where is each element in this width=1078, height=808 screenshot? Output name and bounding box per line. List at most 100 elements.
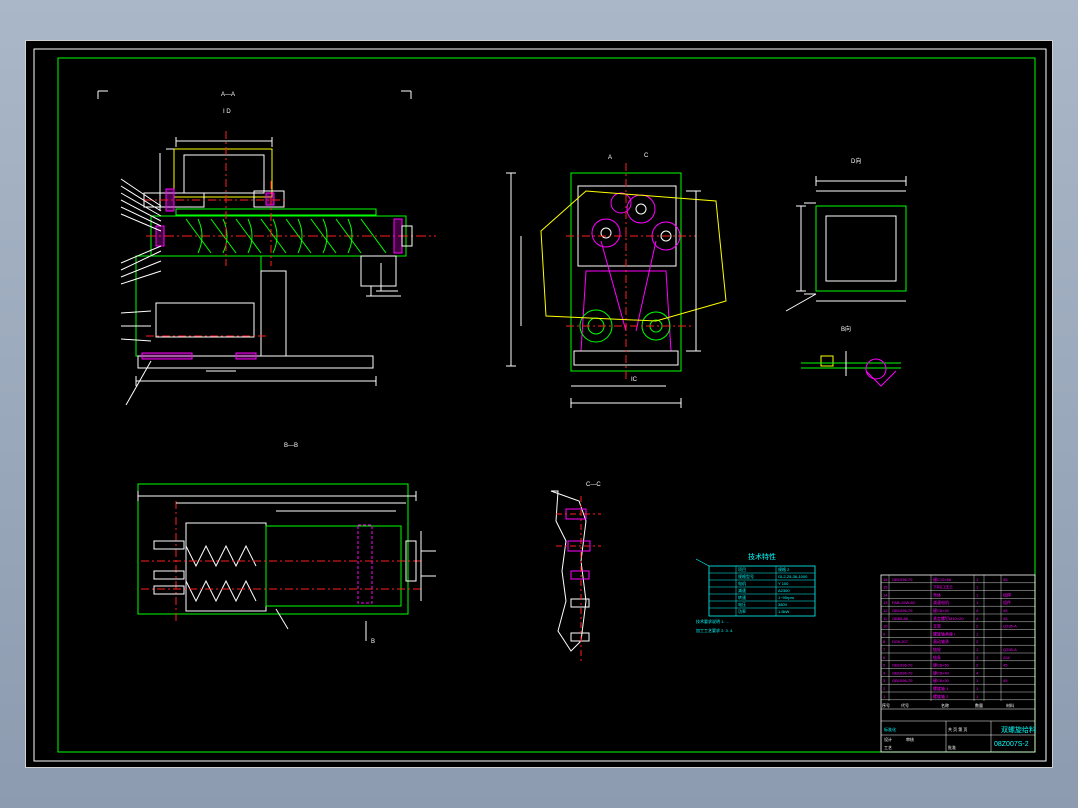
bom-cell: 45 (1003, 608, 1008, 613)
bom-cell: 1 (976, 647, 979, 652)
svg-text:电机: 电机 (738, 580, 746, 586)
bom-cell: 1 (976, 631, 979, 636)
svg-text:A2300: A2300 (778, 588, 790, 593)
bom-cell: 螺旋轴承座 I (933, 630, 955, 636)
bom-cell: 15 (883, 585, 888, 590)
svg-text:设计: 设计 (884, 736, 892, 742)
bom-cell: 2 (976, 663, 979, 668)
bom-cell: 13 (883, 600, 888, 605)
bom-cell: 键C8×50 (933, 662, 950, 668)
bom-cell: 45 (1003, 577, 1008, 582)
bom-cell: 2 (976, 639, 979, 644)
view-b-label: B向 (841, 325, 851, 333)
bom-cell: 20# (1003, 655, 1010, 660)
bom-cell: 键C6×30 (933, 677, 950, 683)
bom-cell: 7 (883, 647, 886, 652)
bom-cell: 3 (883, 678, 886, 683)
view-d-label: D向 (851, 157, 861, 165)
tech-spec-table: 技术特性 项目 规格 2 规格型号 GL2-25-36-1000 电机 Y 10… (695, 552, 816, 633)
bom-cell: 12 (883, 608, 888, 613)
bom-cell: GB1096-79 (892, 663, 913, 668)
section-bb-label: B—B (284, 443, 298, 449)
bom-cell: 滚动轴承 (933, 638, 949, 644)
bom-cell: 8 (883, 639, 886, 644)
bom-cell: 组件 (1003, 599, 1011, 605)
mark-a-top: A (608, 155, 612, 161)
section-cc-view: C—C (550, 482, 601, 661)
bom-cell: DOIL207 (892, 639, 909, 644)
bom-cell: FAB-10W-80 (892, 600, 916, 605)
bom-cell: 1 (883, 694, 886, 699)
bom-cell: 1 (976, 686, 979, 691)
cad-drawing: A—A I D A C IC D向 B向 B—B B C—C 技术特性 项目 规… (33, 48, 1047, 762)
bom-cell: 键C8×40 (933, 669, 950, 675)
drawing-border (57, 57, 1036, 753)
bom-cell: 45 (1003, 616, 1008, 621)
svg-text:1.5kW: 1.5kW (778, 609, 790, 614)
mark-c-top: C (644, 153, 649, 159)
bom-cell: 1 (976, 577, 979, 582)
bom-cell: GB1096-79 (892, 670, 913, 675)
bom-cell: 链轮 (933, 646, 941, 652)
bom-cell: 壳体 (933, 591, 941, 597)
section-cc-label: C—C (586, 482, 601, 488)
svg-text:GL2-25-36-1000: GL2-25-36-1000 (778, 574, 808, 579)
svg-text:减速: 减速 (738, 587, 746, 593)
cad-viewport[interactable]: A—A I D A C IC D向 B向 B—B B C—C 技术特性 项目 规… (25, 40, 1053, 768)
bom-cell: 4 (976, 670, 979, 675)
bom-cell: 1 (976, 585, 979, 590)
drawing-number: 08Z007S-2 (994, 741, 1029, 748)
bom-cell: 11 (883, 616, 888, 621)
svg-text:转速: 转速 (738, 594, 746, 600)
svg-text:Y 100: Y 100 (778, 581, 789, 586)
bom-cell: 4 (976, 616, 979, 621)
bom-cell: 16 (883, 577, 888, 582)
svg-text:名称: 名称 (941, 702, 949, 708)
svg-text:代号: 代号 (901, 702, 909, 708)
bom-cell: GB85-86 (892, 616, 909, 621)
view-d: D向 B向 (785, 157, 907, 387)
bom-cell: 减速电机 (933, 599, 949, 605)
section-aa-sublabel: I D (223, 109, 231, 115)
svg-text:批准: 批准 (948, 744, 956, 750)
bom-cell: 45 (1003, 663, 1008, 668)
bom-cell: 10 (883, 624, 888, 629)
mark-b: B (371, 639, 375, 645)
mark-ic: IC (631, 377, 638, 383)
svg-text:材料: 材料 (1006, 702, 1014, 708)
bom-cell: 2 (976, 624, 979, 629)
bom-cell: 45 (1003, 678, 1008, 683)
bom-cell: GB1096-79 (892, 608, 913, 613)
section-aa-view: A—A I D (97, 90, 436, 406)
svg-text:审核: 审核 (906, 736, 914, 742)
bom-cell: 1 (976, 678, 979, 683)
svg-text:技术要求说明 1: ...: 技术要求说明 1: ... (696, 618, 729, 624)
outer-frame (33, 48, 1047, 762)
drawing-title: 双螺旋给料 (1001, 725, 1036, 734)
section-aa-label: A—A (221, 92, 235, 98)
bom-cell: 键C10×56 (933, 576, 952, 582)
svg-text:加工工艺要求 2: 3. 4.: 加工工艺要求 2: 3. 4. (696, 627, 733, 633)
section-bb-view: B—B B (137, 443, 436, 645)
svg-text:功率: 功率 (738, 608, 746, 614)
bom-cell: Q235-A (1003, 624, 1017, 629)
bom-cell: 5 (883, 663, 886, 668)
bom-cell: 下料口法兰 (933, 584, 953, 590)
svg-text:工艺: 工艺 (884, 745, 892, 750)
svg-text:380V: 380V (778, 602, 788, 607)
bom-cell: 9 (883, 631, 886, 636)
bom-cell: 1 (976, 600, 979, 605)
bom-cell: 4 (883, 670, 886, 675)
front-view: A C IC (506, 153, 727, 408)
bom-cell: 支架 (933, 623, 941, 629)
svg-text:规格型号: 规格型号 (738, 573, 754, 579)
bom-cell: 1 (976, 592, 979, 597)
svg-text:电压: 电压 (738, 601, 746, 607)
bom-cell: GB1096-79 (892, 678, 913, 683)
bom-cell: 螺旋轴 2 (933, 693, 949, 699)
bom-cell: 2 (883, 686, 886, 691)
tech-table-title: 技术特性 (748, 552, 776, 561)
svg-text:项目: 项目 (738, 566, 746, 572)
scale-row: 共 页 第 页 (948, 726, 967, 732)
bom-cell: 1 (976, 655, 979, 660)
